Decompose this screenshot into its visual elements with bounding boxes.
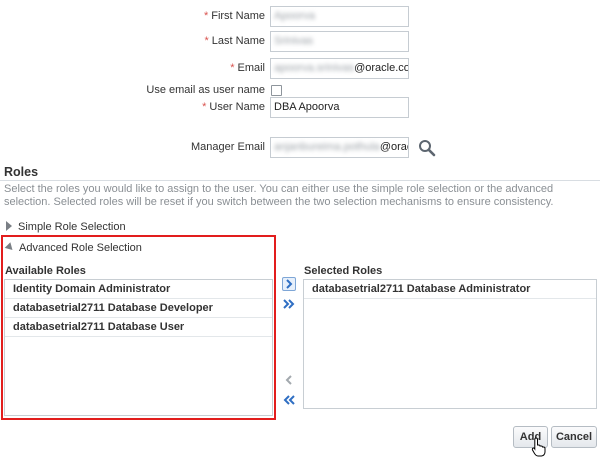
manager-email-value-hidden: anjanbureima.pothula [274, 141, 380, 153]
email-input[interactable]: apoorva.srinivas@oracle.com [270, 58, 409, 79]
hand-cursor-icon [531, 437, 547, 457]
use-email-checkbox[interactable] [271, 85, 282, 96]
remove-all-icon[interactable] [282, 393, 296, 407]
roles-divider [0, 180, 600, 181]
user-name-label: * User Name [202, 101, 265, 113]
last-name-row: * Last Name Srinivas [0, 31, 600, 53]
use-email-label: Use email as user name [146, 84, 265, 96]
highlight-annotation [1, 235, 276, 420]
remove-selected-icon[interactable] [282, 373, 296, 387]
selected-roles-title: Selected Roles [304, 265, 383, 277]
email-label-text: Email [237, 62, 265, 74]
manager-email-input[interactable]: anjanbureima.pothula@oracle. [270, 137, 409, 158]
user-name-value: DBA Apoorva [274, 101, 340, 113]
selected-roles-list[interactable]: databasetrial2711 Database Administrator [303, 279, 597, 409]
manager-email-label: Manager Email [191, 141, 265, 153]
required-marker: * [203, 10, 209, 22]
required-marker: * [230, 62, 235, 74]
move-selected-icon[interactable] [282, 277, 296, 291]
user-name-row: * User Name DBA Apoorva [0, 97, 600, 119]
roles-heading: Roles [4, 165, 39, 179]
first-name-label-text: First Name [211, 10, 265, 22]
required-marker: * [204, 35, 209, 47]
user-name-label-text: User Name [209, 101, 265, 113]
first-name-value: Apoorva [274, 10, 315, 22]
email-value-hidden: apoorva.srinivas [274, 62, 355, 74]
roles-description: Select the roles you would like to assig… [4, 183, 554, 208]
simple-role-selection-toggle[interactable]: Simple Role Selection [6, 221, 126, 233]
first-name-input[interactable]: Apoorva [270, 6, 409, 27]
manager-email-value-domain: @oracle. [379, 141, 408, 153]
simple-role-selection-label: Simple Role Selection [18, 221, 126, 233]
email-value-domain: @oracle.com [354, 62, 408, 74]
last-name-label: * Last Name [205, 35, 265, 47]
first-name-row: * First Name Apoorva [0, 6, 600, 28]
last-name-value: Srinivas [274, 35, 314, 47]
search-icon[interactable] [417, 138, 437, 158]
email-row: *Email apoorva.srinivas@oracle.com [0, 58, 600, 80]
required-marker: * [202, 101, 207, 113]
selected-role-item[interactable]: databasetrial2711 Database Administrator [304, 280, 596, 299]
user-name-input[interactable]: DBA Apoorva [270, 97, 409, 118]
move-all-icon[interactable] [282, 297, 296, 311]
email-label: * Email [230, 62, 265, 74]
manager-email-row: Manager Email anjanbureima.pothula@oracl… [0, 137, 600, 159]
last-name-label-text: Last Name [211, 35, 265, 47]
last-name-input[interactable]: Srinivas [270, 31, 409, 52]
collapsed-triangle-icon [6, 221, 12, 231]
first-name-label: * First Name [204, 10, 265, 22]
cancel-button[interactable]: Cancel [551, 426, 597, 448]
